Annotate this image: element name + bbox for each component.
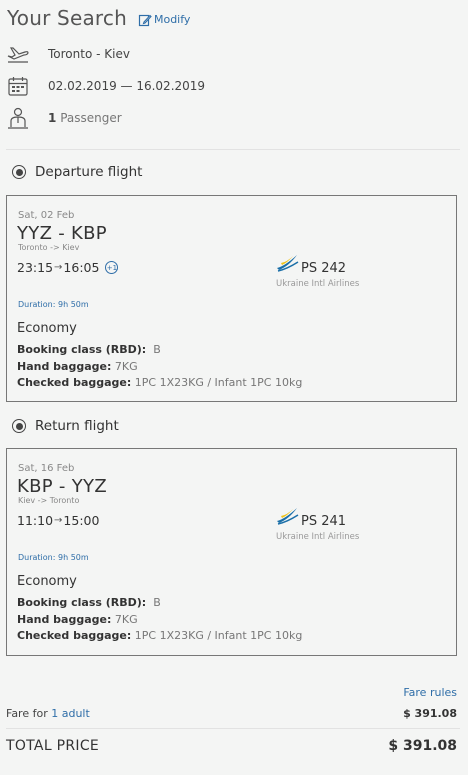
flight-duration: Duration: 9h 50m — [18, 300, 89, 309]
page-title: Your Search — [7, 6, 127, 30]
fare-for-text: Fare for 1 adult — [6, 707, 90, 720]
summary-dates: 02.02.2019 — 16.02.2019 — [6, 74, 205, 98]
arrival-time: 15:00 — [63, 513, 100, 528]
hand-baggage-value: 7KG — [114, 360, 138, 373]
booking-class-value: B — [153, 596, 161, 609]
flight-cities: Toronto -> Kiev — [18, 243, 80, 252]
departure-time: 23:15 — [17, 260, 54, 275]
departure-section-label: Departure flight — [35, 164, 143, 180]
hand-baggage-line: Hand baggage: 7KG — [17, 613, 138, 626]
total-price-label: TOTAL PRICE — [6, 738, 100, 754]
summary-route: Toronto - Kiev — [6, 42, 130, 66]
radio-selected[interactable] — [12, 419, 26, 433]
adult-count-link[interactable]: 1 adult — [51, 707, 90, 720]
checked-baggage-line: Checked baggage: 1PC 1X23KG / Infant 1PC… — [17, 376, 303, 389]
passenger-icon — [6, 106, 30, 130]
cabin-class: Economy — [17, 574, 77, 589]
modify-label: Modify — [153, 13, 191, 26]
flight-number: PS 242 — [301, 261, 347, 276]
departure-time: 11:10 — [17, 513, 54, 528]
flight-cities: Kiev -> Toronto — [18, 496, 80, 505]
calendar-icon — [6, 74, 30, 98]
checked-baggage-line: Checked baggage: 1PC 1X23KG / Infant 1PC… — [17, 629, 303, 642]
return-flight-radio[interactable]: Return flight — [12, 418, 119, 434]
total-divider — [6, 728, 460, 729]
arrow-right-icon: → — [54, 515, 63, 526]
return-section-label: Return flight — [35, 418, 119, 434]
modify-button[interactable]: Modify — [138, 13, 190, 27]
edit-icon — [138, 14, 152, 26]
cabin-class: Economy — [17, 321, 77, 336]
flight-times: 23:15 → 16:05 +1 — [17, 260, 119, 275]
airline-name: Ukraine Intl Airlines — [276, 532, 360, 542]
booking-class-line: Booking class (RBD): B — [17, 596, 161, 609]
summary-passengers: 1 Passenger — [6, 106, 122, 130]
flight-route: YYZ - KBP — [17, 223, 107, 244]
hand-baggage-value: 7KG — [114, 613, 138, 626]
flight-times: 11:10 → 15:00 — [17, 513, 99, 528]
airline-name: Ukraine Intl Airlines — [276, 279, 360, 289]
plane-icon — [6, 42, 30, 66]
checked-baggage-value: 1PC 1X23KG / Infant 1PC 10kg — [134, 629, 303, 642]
summary-divider — [6, 149, 460, 150]
airline-logo-icon — [277, 508, 299, 525]
radio-selected[interactable] — [12, 165, 26, 179]
booking-class-line: Booking class (RBD): B — [17, 343, 161, 356]
fare-amount: $ 391.08 — [403, 707, 457, 720]
departure-flight-radio[interactable]: Departure flight — [12, 164, 142, 180]
flight-date: Sat, 16 Feb — [18, 463, 75, 474]
search-header: Your Search Modify — [7, 6, 190, 30]
flight-date: Sat, 02 Feb — [18, 210, 75, 221]
dates-text: 02.02.2019 — 16.02.2019 — [48, 79, 206, 93]
booking-class-value: B — [153, 343, 161, 356]
passenger-count: 1 — [48, 111, 57, 125]
return-flight-card: Sat, 16 Feb KBP - YYZ Kiev -> Toronto 11… — [6, 448, 457, 656]
departure-flight-card: Sat, 02 Feb YYZ - KBP Toronto -> Kiev 23… — [6, 195, 457, 402]
arrival-time: 16:05 — [63, 260, 100, 275]
airline-logo-icon — [277, 255, 299, 272]
total-price-amount: $ 391.08 — [388, 738, 457, 754]
passenger-label: Passenger — [60, 111, 122, 125]
flight-route: KBP - YYZ — [17, 476, 107, 497]
route-text: Toronto - Kiev — [48, 47, 130, 61]
hand-baggage-line: Hand baggage: 7KG — [17, 360, 138, 373]
flight-number: PS 241 — [301, 514, 347, 529]
checked-baggage-value: 1PC 1X23KG / Infant 1PC 10kg — [134, 376, 303, 389]
day-offset-badge: +1 — [105, 261, 119, 274]
flight-duration: Duration: 9h 50m — [18, 553, 89, 562]
arrow-right-icon: → — [54, 262, 63, 273]
fare-rules-link[interactable]: Fare rules — [403, 686, 457, 699]
